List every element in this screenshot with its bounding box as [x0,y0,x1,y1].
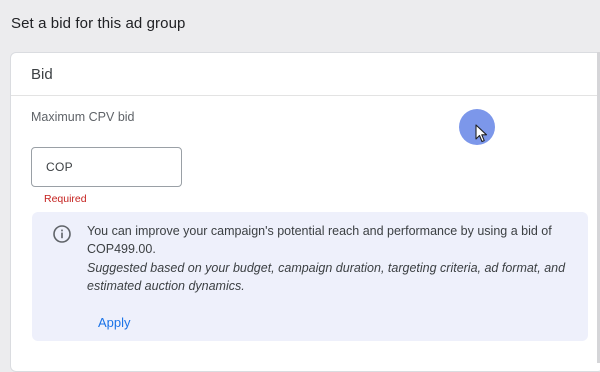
bid-card-title: Bid [31,65,53,83]
bid-card: Bid Maximum CPV bid COP Required You can… [10,52,600,372]
mouse-pointer-icon [475,124,488,143]
apply-button[interactable]: Apply [86,311,143,334]
max-cpv-bid-label: Maximum CPV bid [31,110,135,124]
max-cpv-bid-field[interactable]: COP [31,147,182,187]
bid-card-header: Bid [11,53,600,96]
bid-suggestion-message: You can improve your campaign's potentia… [87,224,552,256]
page-heading: Set a bid for this ad group [11,15,186,32]
currency-prefix: COP [46,160,73,174]
bid-suggestion-panel: You can improve your campaign's potentia… [32,212,588,341]
info-icon [53,225,71,243]
max-cpv-bid-input[interactable] [78,160,169,174]
required-error-text: Required [44,193,87,205]
bid-suggestion-detail: Suggested based on your budget, campaign… [87,261,566,293]
